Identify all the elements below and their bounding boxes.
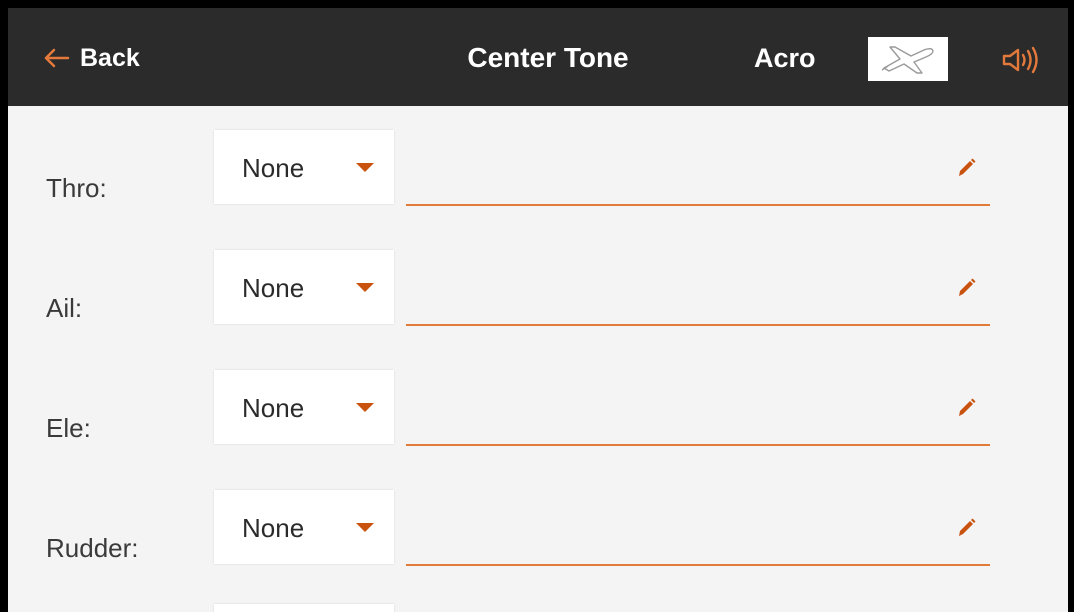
switch-dropdown[interactable]: None bbox=[214, 490, 394, 564]
pencil-icon[interactable] bbox=[954, 156, 978, 180]
switch-row-elevator: Ele: None bbox=[8, 370, 1068, 490]
pencil-icon[interactable] bbox=[954, 276, 978, 300]
name-field[interactable] bbox=[406, 138, 990, 206]
row-label: Rudder: bbox=[46, 533, 139, 563]
name-field[interactable] bbox=[406, 498, 990, 566]
switch-row-aileron: Ail: None bbox=[8, 250, 1068, 370]
model-type-label: Acro bbox=[754, 43, 816, 73]
back-button[interactable]: Back bbox=[42, 38, 140, 78]
airplane-icon bbox=[881, 46, 934, 74]
dropdown-value: None bbox=[242, 393, 305, 423]
switch-dropdown-partial[interactable] bbox=[214, 604, 394, 612]
caret-down-icon bbox=[356, 523, 374, 532]
switch-dropdown[interactable]: None bbox=[214, 250, 394, 324]
switch-row-throttle: Thro: None bbox=[8, 130, 1068, 250]
name-field[interactable] bbox=[406, 378, 990, 446]
model-image bbox=[868, 37, 948, 81]
row-label: Ele: bbox=[46, 413, 91, 443]
row-label: Thro: bbox=[46, 173, 107, 203]
back-label: Back bbox=[80, 43, 140, 72]
dropdown-value: None bbox=[242, 273, 305, 303]
row-label: Ail: bbox=[46, 293, 83, 323]
switch-dropdown[interactable]: None bbox=[214, 130, 394, 204]
page-title: Center Tone bbox=[467, 42, 629, 73]
dropdown-value: None bbox=[242, 513, 305, 543]
caret-down-icon bbox=[356, 403, 374, 412]
caret-down-icon bbox=[356, 163, 374, 172]
dropdown-value: None bbox=[242, 153, 305, 183]
screen: Back Center Tone Acro Thro: None Ail: No… bbox=[8, 8, 1068, 612]
caret-down-icon bbox=[356, 283, 374, 292]
back-arrow-icon bbox=[44, 48, 70, 68]
switch-dropdown[interactable]: None bbox=[214, 370, 394, 444]
top-bar: Back Center Tone Acro bbox=[8, 8, 1068, 106]
pencil-icon[interactable] bbox=[954, 396, 978, 420]
speaker-icon[interactable] bbox=[1000, 46, 1040, 74]
pencil-icon[interactable] bbox=[954, 516, 978, 540]
name-field[interactable] bbox=[406, 258, 990, 326]
switch-row-rudder: Rudder: None bbox=[8, 490, 1068, 610]
